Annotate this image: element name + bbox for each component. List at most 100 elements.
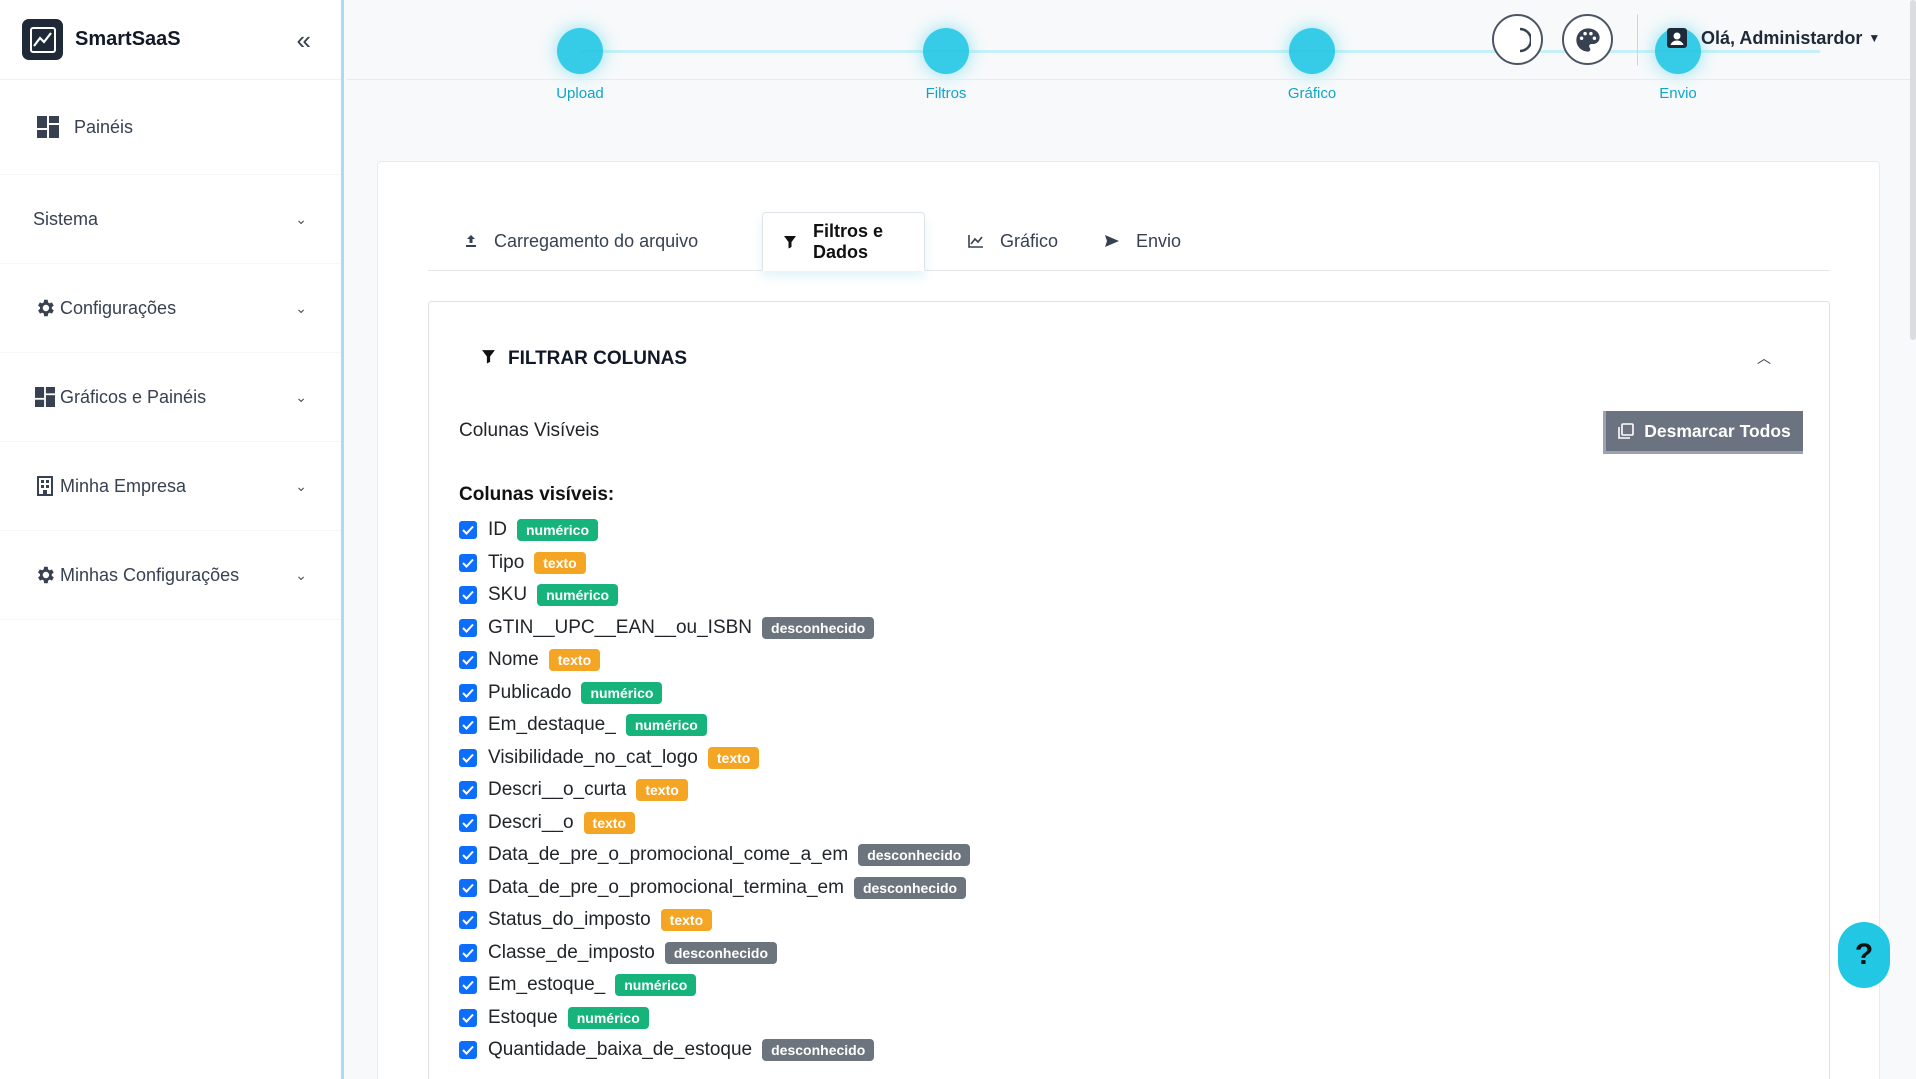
collapse-panel-icon[interactable]: ︿ <box>1757 348 1771 368</box>
column-checkbox[interactable] <box>459 846 477 865</box>
column-checkbox[interactable] <box>459 781 477 800</box>
dashboard-icon <box>33 385 57 409</box>
column-checkbox[interactable] <box>459 716 477 735</box>
column-type-badge: texto <box>660 909 713 932</box>
sidebar-item-minhas-configuracoes[interactable]: Minhas Configurações ⌄ <box>0 531 341 620</box>
column-checkbox[interactable] <box>459 976 477 995</box>
brand: SmartSaaS « <box>0 0 341 80</box>
sidebar-item-label: Painéis <box>74 116 134 137</box>
moon-icon <box>1519 27 1531 52</box>
column-type-badge: numérico <box>581 681 663 704</box>
sidebar-item-label: Minha Empresa <box>60 475 187 496</box>
check-icon <box>462 883 474 893</box>
chevron-down-icon: ⌄ <box>295 388 307 405</box>
column-type-badge: desconhecido <box>858 844 971 867</box>
columns-list-title: Colunas visíveis: <box>459 484 615 505</box>
check-icon <box>462 688 474 698</box>
tab-label: Filtros e Dados <box>813 220 884 262</box>
check-icon <box>462 623 474 633</box>
tab-carregamento[interactable]: Carregamento do arquivo <box>428 212 728 271</box>
sidebar-item-minha-empresa[interactable]: Minha Empresa ⌄ <box>0 442 341 531</box>
visible-columns-title: Colunas Visíveis <box>459 420 600 441</box>
column-row: Nome texto <box>459 644 970 677</box>
column-row: Quantidade_baixa_de_estoque desconhecido <box>459 1034 970 1067</box>
column-name: Estoque <box>488 1006 558 1028</box>
column-checkbox[interactable] <box>459 553 477 572</box>
column-row: ID numérico <box>459 514 970 547</box>
brand-logo-icon <box>22 19 63 60</box>
panel-title: FILTRAR COLUNAS <box>481 348 687 370</box>
column-checkbox[interactable] <box>459 618 477 637</box>
tab-grafico[interactable]: Gráfico <box>950 212 1060 271</box>
step-label: Envio <box>1659 85 1697 102</box>
sidebar-item-paineis[interactable]: Painéis <box>0 80 341 175</box>
column-checkbox[interactable] <box>459 521 477 540</box>
header-divider <box>1637 14 1638 66</box>
check-icon <box>462 916 474 926</box>
unselect-all-button[interactable]: Desmarcar Todos <box>1603 411 1803 454</box>
column-type-badge: desconhecido <box>762 616 875 639</box>
column-checkbox[interactable] <box>459 911 477 930</box>
column-checkbox[interactable] <box>459 683 477 702</box>
check-icon <box>462 558 474 568</box>
send-icon <box>1104 234 1120 248</box>
column-type-badge: desconhecido <box>853 876 967 899</box>
tab-label: Gráfico <box>1000 230 1059 251</box>
column-name: Visibilidade_no_cat_logo <box>488 746 698 768</box>
gear-icon <box>33 296 57 320</box>
sidebar-item-label: Configurações <box>60 297 177 318</box>
column-row: Descri__o_curta texto <box>459 774 970 807</box>
filter-icon <box>783 235 797 249</box>
help-button[interactable]: ? <box>1838 922 1890 988</box>
upload-icon <box>464 234 478 248</box>
column-row: SKU numérico <box>459 579 970 612</box>
column-name: Nome <box>488 649 539 671</box>
column-name: Em_destaque_ <box>488 714 616 736</box>
column-type-badge: texto <box>707 746 760 769</box>
column-name: Data_de_pre_o_promocional_termina_em <box>488 876 844 898</box>
sidebar-item-configuracoes[interactable]: Configurações ⌄ <box>0 264 341 353</box>
user-greeting: Olá, Administardor <box>1701 27 1863 48</box>
column-checkbox[interactable] <box>459 651 477 670</box>
column-type-badge: numérico <box>537 584 619 607</box>
palette-icon <box>1575 27 1600 52</box>
columns-list: ID numérico Tipo texto SKU numérico GTIN__UPC_… <box>459 514 971 1067</box>
column-row: Data_de_pre_o_promocional_termina_em desc… <box>459 872 970 905</box>
check-icon <box>462 981 474 991</box>
palette-button[interactable] <box>1562 14 1613 65</box>
check-icon <box>462 818 474 828</box>
collapse-sidebar-button[interactable]: « <box>297 27 311 53</box>
chart-line-icon <box>968 234 984 248</box>
column-checkbox[interactable] <box>459 1008 477 1027</box>
user-menu[interactable]: Olá, Administardor ▼ <box>1665 26 1880 50</box>
column-checkbox[interactable] <box>459 943 477 962</box>
page-scrollbar[interactable] <box>1910 0 1916 340</box>
column-row: Estoque numérico <box>459 1002 970 1035</box>
column-name: Publicado <box>488 681 572 703</box>
column-checkbox[interactable] <box>459 813 477 832</box>
column-name: Classe_de_imposto <box>488 941 655 963</box>
column-checkbox[interactable] <box>459 878 477 897</box>
chevron-down-icon: ⌄ <box>295 566 307 583</box>
check-icon <box>462 786 474 796</box>
sidebar-nav: Painéis Sistema ⌄ Configurações ⌄ Gráfic… <box>0 80 341 620</box>
brand-name: SmartSaaS <box>75 28 181 50</box>
column-checkbox[interactable] <box>459 748 477 767</box>
sidebar-item-graficos-e-paineis[interactable]: Gráficos e Painéis ⌄ <box>0 353 341 442</box>
column-checkbox[interactable] <box>459 586 477 605</box>
theme-toggle-button[interactable] <box>1492 14 1543 65</box>
column-checkbox[interactable] <box>459 1041 477 1060</box>
column-row: GTIN__UPC__EAN__ou_ISBN desconhecido <box>459 612 970 645</box>
column-row: Em_destaque_ numérico <box>459 709 970 742</box>
tab-envio[interactable]: Envio <box>1084 212 1204 271</box>
tabs-bar: Carregamento do arquivo Filtros e Dados … <box>428 212 1830 271</box>
column-type-badge: texto <box>548 649 601 672</box>
user-icon <box>1667 28 1687 48</box>
check-icon <box>462 591 474 601</box>
column-name: SKU <box>488 584 528 606</box>
tab-filtros-e-dados[interactable]: Filtros e Dados <box>762 212 925 271</box>
check-icon <box>462 1013 474 1023</box>
column-type-badge: numérico <box>567 1006 649 1029</box>
sidebar-item-sistema[interactable]: Sistema ⌄ <box>0 175 341 264</box>
column-row: Tipo texto <box>459 547 970 580</box>
